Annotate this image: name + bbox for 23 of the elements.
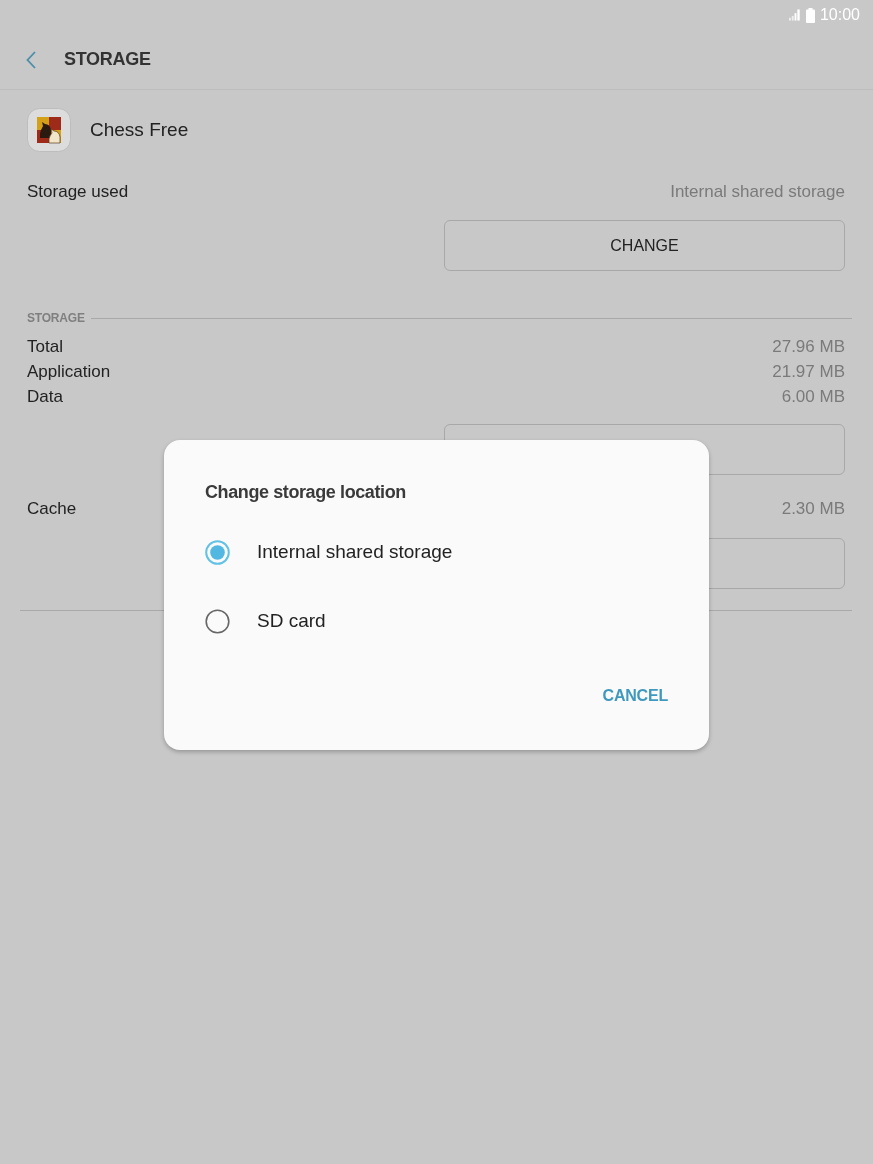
- storage-row-value: 27.96 MB: [772, 335, 845, 358]
- change-button[interactable]: CHANGE: [444, 220, 845, 271]
- cache-label: Cache: [27, 498, 77, 521]
- app-name: Chess Free: [90, 117, 189, 142]
- storage-row-label: Application: [27, 360, 111, 383]
- battery-icon: [805, 7, 815, 23]
- radio-option[interactable]: Internal shared storage: [205, 532, 453, 572]
- storage-row-label: Data: [27, 385, 63, 408]
- storage-used-label: Storage used: [27, 181, 129, 204]
- storage-used-value: Internal shared storage: [670, 181, 845, 204]
- section-header: STORAGE: [27, 310, 85, 327]
- radio-option[interactable]: SD card: [205, 601, 326, 641]
- back-chevron-icon: [26, 50, 36, 69]
- radio-label: Internal shared storage: [257, 539, 453, 564]
- storage-row-label: Total: [27, 335, 63, 358]
- dialog-title: Change storage location: [205, 481, 406, 504]
- radio-label: SD card: [257, 608, 326, 633]
- storage-row-value: 21.97 MB: [772, 360, 845, 383]
- page-title: STORAGE: [64, 48, 151, 71]
- signal-icon: [788, 9, 802, 21]
- storage-row-value: 6.00 MB: [781, 385, 845, 408]
- chess-app-icon: [27, 108, 71, 152]
- cache-value: 2.30 MB: [781, 498, 845, 521]
